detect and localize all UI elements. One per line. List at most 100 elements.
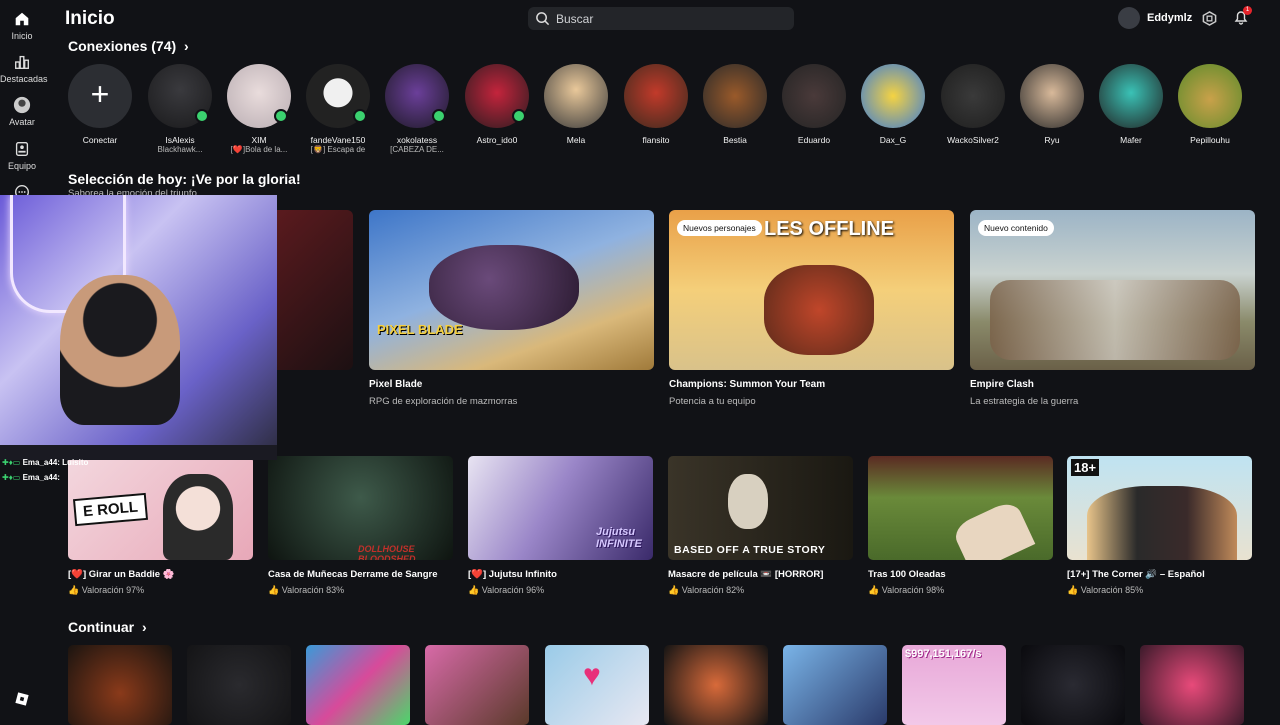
game-title: [17+] The Corner 🔊 – Español bbox=[1067, 569, 1205, 580]
friend-item[interactable]: WackoSilver2 bbox=[933, 64, 1013, 145]
continue-tile[interactable] bbox=[1021, 645, 1125, 725]
game-rating: 👍 Valoración 82% bbox=[668, 585, 853, 596]
connections-header[interactable]: Conexiones (74) › bbox=[68, 38, 189, 54]
game-card[interactable]: Tras 100 Oleadas 👍 Valoración 98% bbox=[868, 456, 1053, 596]
friend-item[interactable]: Dax_G bbox=[853, 64, 933, 145]
chat-message: ✚♦▭ Ema_a44: Luisito bbox=[2, 458, 88, 467]
game-rating-text: Valoración 85% bbox=[1080, 585, 1144, 595]
friend-name: flansito bbox=[642, 135, 670, 145]
search-bar[interactable]: Buscar bbox=[528, 7, 794, 30]
thumbs-up-icon: 👍 bbox=[468, 585, 480, 595]
chevron-right-icon: › bbox=[184, 38, 189, 54]
friend-item[interactable]: Eduardo bbox=[774, 64, 854, 145]
game-title: Casa de Muñecas Derrame de Sangre bbox=[268, 569, 438, 580]
thumbs-up-icon: 👍 bbox=[268, 585, 280, 595]
card-thumbnail: Nuevo contenido bbox=[970, 210, 1255, 370]
game-card[interactable]: 18+ [17+] The Corner 🔊 – Español 👍 Valor… bbox=[1067, 456, 1252, 596]
friend-item[interactable]: Pepillouhu bbox=[1170, 64, 1250, 145]
game-card[interactable]: E ROLL [❤️] Girar un Baddie 🌸 👍 Valoraci… bbox=[68, 456, 253, 596]
page-title: Inicio bbox=[65, 8, 115, 29]
featured-card[interactable]: PIXEL BLADE Pixel Blade RPG de exploraci… bbox=[369, 210, 654, 407]
characters-shape bbox=[1087, 486, 1237, 560]
continue-tile[interactable] bbox=[68, 645, 172, 725]
connect-button[interactable]: + Conectar bbox=[60, 64, 140, 145]
thumb-logo-text: PIXEL BLADE bbox=[377, 322, 463, 337]
game-card[interactable]: BASED OFF A TRUE STORY Masacre de pelícu… bbox=[668, 456, 853, 596]
robux-icon[interactable] bbox=[1202, 11, 1217, 26]
thumb-text: E ROLL bbox=[72, 492, 149, 527]
friend-item[interactable]: Mela bbox=[536, 64, 616, 145]
friend-status: [🦁] Escapa de bbox=[310, 145, 366, 154]
thumbs-up-icon: 👍 bbox=[68, 585, 80, 595]
continue-tile[interactable] bbox=[425, 645, 529, 725]
team-icon bbox=[15, 142, 29, 156]
continue-header[interactable]: Continuar › bbox=[68, 619, 147, 635]
friend-status: [CABEZA DE... bbox=[390, 145, 444, 154]
friend-avatar bbox=[544, 64, 608, 128]
game-thumbnail bbox=[868, 456, 1053, 560]
friend-item[interactable]: Ryu bbox=[1012, 64, 1092, 145]
today-title: Selección de hoy: ¡Ve por la gloria! bbox=[68, 171, 301, 187]
online-dot bbox=[432, 109, 446, 123]
continue-tile[interactable] bbox=[306, 645, 410, 725]
friend-name: WackoSilver2 bbox=[947, 135, 999, 145]
game-title: Tras 100 Oleadas bbox=[868, 569, 946, 580]
game-title: [❤️] Girar un Baddie 🌸 bbox=[68, 569, 175, 580]
nav-home[interactable]: Inicio bbox=[0, 10, 44, 41]
friend-name: Pepillouhu bbox=[1190, 135, 1230, 145]
avatar[interactable] bbox=[1118, 7, 1140, 29]
friend-item[interactable]: IsAlexis Blackhawk... bbox=[140, 64, 220, 154]
friend-avatar bbox=[782, 64, 846, 128]
thumbs-up-icon: 👍 bbox=[668, 585, 680, 595]
game-rating: 👍 Valoración 83% bbox=[268, 585, 453, 596]
friend-status: [❤️]Bola de la... bbox=[230, 145, 288, 154]
continue-tile[interactable] bbox=[1140, 645, 1244, 725]
connections-title: Conexiones (74) bbox=[68, 38, 177, 54]
username[interactable]: Eddymlz bbox=[1147, 12, 1192, 24]
game-title: Masacre de película 📼 [HORROR] bbox=[668, 569, 824, 580]
notifications-button[interactable]: 1 bbox=[1233, 6, 1252, 27]
creature-shape bbox=[429, 245, 579, 330]
friend-item[interactable]: fandeVane150 [🦁] Escapa de bbox=[298, 64, 378, 154]
game-thumbnail: E ROLL bbox=[68, 456, 253, 560]
friend-name: XIM bbox=[251, 135, 267, 145]
featured-card[interactable]: LES OFFLINE Nuevos personajes Champions:… bbox=[669, 210, 954, 407]
friend-item[interactable]: flansito bbox=[616, 64, 696, 145]
plus-icon: + bbox=[90, 76, 110, 112]
card-subtitle: Potencia a tu equipo bbox=[669, 396, 756, 407]
age-badge: 18+ bbox=[1071, 459, 1100, 476]
roblox-logo-icon bbox=[15, 692, 29, 706]
thumb-banner-text: LES OFFLINE bbox=[764, 218, 894, 240]
nav-equipo[interactable]: Equipo bbox=[0, 140, 44, 171]
thumb-text: Jujutsu INFINITE bbox=[596, 526, 642, 550]
tile-text: $997,151,167/s bbox=[905, 648, 982, 660]
avatar-icon bbox=[13, 96, 31, 114]
game-rating: 👍 Valoración 85% bbox=[1067, 585, 1252, 596]
search-input[interactable]: Buscar bbox=[556, 12, 593, 26]
roblox-logo[interactable] bbox=[0, 690, 44, 711]
continue-tile[interactable]: $997,151,167/s bbox=[902, 645, 1006, 725]
friend-item[interactable]: xokolatess [CABEZA DE... bbox=[377, 64, 457, 154]
friend-name: Eduardo bbox=[797, 135, 831, 145]
nav-destacadas[interactable]: Destacadas bbox=[0, 53, 48, 84]
card-thumbnail: LES OFFLINE Nuevos personajes bbox=[669, 210, 954, 370]
friend-item[interactable]: Astro_ido0 bbox=[457, 64, 537, 145]
game-card[interactable]: DOLLHOUSE BLOODSHED Casa de Muñecas Derr… bbox=[268, 456, 453, 596]
continue-tile[interactable] bbox=[783, 645, 887, 725]
continue-tile[interactable]: ♥ bbox=[545, 645, 649, 725]
friend-avatar bbox=[703, 64, 767, 128]
featured-card[interactable]: Nuevo contenido Empire Clash La estrateg… bbox=[970, 210, 1255, 407]
friend-item[interactable]: Mafer bbox=[1091, 64, 1171, 145]
game-card[interactable]: Jujutsu INFINITE [❤️] Jujutsu Infinito 👍… bbox=[468, 456, 653, 596]
continue-tile[interactable] bbox=[664, 645, 768, 725]
game-rating: 👍 Valoración 96% bbox=[468, 585, 653, 596]
continue-tile[interactable] bbox=[187, 645, 291, 725]
chat-badge-icon: ✚♦▭ bbox=[2, 473, 21, 482]
friend-avatar bbox=[861, 64, 925, 128]
notification-badge: 1 bbox=[1243, 6, 1252, 15]
nav-avatar[interactable]: Avatar bbox=[0, 96, 44, 127]
partial-card-thumbnail[interactable] bbox=[277, 210, 353, 370]
friend-item[interactable]: Bestia bbox=[695, 64, 775, 145]
friend-item[interactable]: XIM [❤️]Bola de la... bbox=[219, 64, 299, 154]
thumb-text: BASED OFF A TRUE STORY bbox=[674, 544, 826, 556]
